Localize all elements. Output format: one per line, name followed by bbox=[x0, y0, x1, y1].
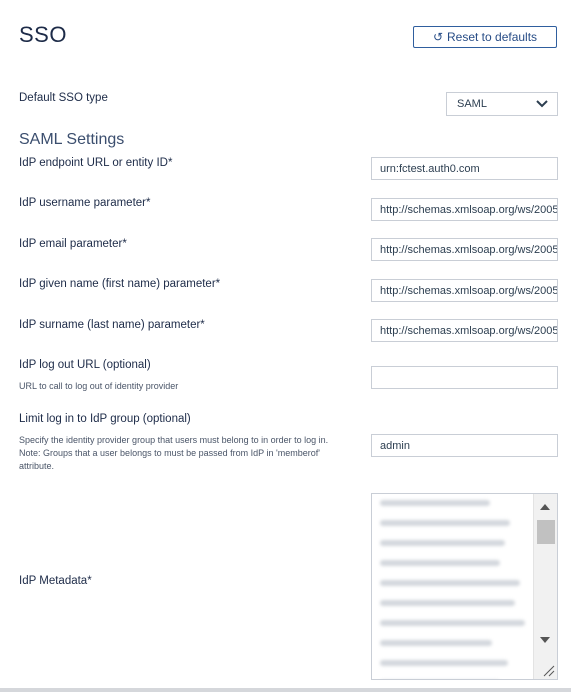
email-param-input[interactable]: http://schemas.xmlsoap.org/ws/2005/05/id… bbox=[371, 238, 558, 261]
scroll-up-icon[interactable] bbox=[540, 504, 550, 510]
email-param-label: IdP email parameter* bbox=[19, 238, 127, 250]
username-param-label: IdP username parameter* bbox=[19, 197, 151, 209]
sso-type-value: SAML bbox=[457, 98, 487, 110]
logout-url-label: IdP log out URL (optional) bbox=[19, 359, 151, 371]
bottom-divider bbox=[0, 688, 571, 692]
scrollbar-thumb[interactable] bbox=[537, 520, 555, 544]
given-name-param-label: IdP given name (first name) parameter* bbox=[19, 278, 221, 290]
saml-section-title: SAML Settings bbox=[19, 131, 125, 148]
group-limit-input[interactable]: admin bbox=[371, 434, 558, 457]
username-param-input[interactable]: http://schemas.xmlsoap.org/ws/2005/05/id… bbox=[371, 198, 558, 221]
surname-param-label: IdP surname (last name) parameter* bbox=[19, 319, 205, 331]
group-hint-line-3: attribute. bbox=[19, 461, 55, 471]
group-limit-label: Limit log in to IdP group (optional) bbox=[19, 413, 191, 425]
metadata-textarea[interactable] bbox=[371, 493, 558, 680]
given-name-param-input[interactable]: http://schemas.xmlsoap.org/ws/2005/05/id… bbox=[371, 279, 558, 302]
page-title: SSO bbox=[19, 22, 67, 47]
chevron-down-icon bbox=[536, 100, 548, 108]
sso-type-label: Default SSO type bbox=[19, 92, 108, 104]
group-hint-line-1: Specify the identity provider group that… bbox=[19, 435, 329, 445]
sso-type-select[interactable]: SAML bbox=[446, 92, 558, 116]
entity-id-label: IdP endpoint URL or entity ID* bbox=[19, 157, 173, 169]
entity-id-input[interactable]: urn:fctest.auth0.com bbox=[371, 157, 558, 180]
metadata-blurred-content bbox=[380, 500, 530, 679]
group-limit-hint: Specify the identity provider group that… bbox=[19, 434, 364, 473]
logout-url-input[interactable] bbox=[371, 366, 558, 389]
undo-icon: ↺ bbox=[432, 30, 443, 44]
reset-button-label: Reset to defaults bbox=[447, 30, 538, 44]
metadata-label: IdP Metadata* bbox=[19, 575, 92, 587]
resize-grip-icon[interactable] bbox=[541, 663, 555, 677]
scroll-down-icon[interactable] bbox=[540, 637, 550, 643]
group-hint-line-2: Note: Groups that a user belongs to must… bbox=[19, 448, 320, 458]
reset-to-defaults-button[interactable]: ↺ Reset to defaults bbox=[413, 26, 557, 48]
logout-url-hint: URL to call to log out of identity provi… bbox=[19, 381, 179, 391]
surname-param-input[interactable]: http://schemas.xmlsoap.org/ws/2005/05/id… bbox=[371, 319, 558, 342]
metadata-scrollbar[interactable] bbox=[533, 494, 557, 679]
